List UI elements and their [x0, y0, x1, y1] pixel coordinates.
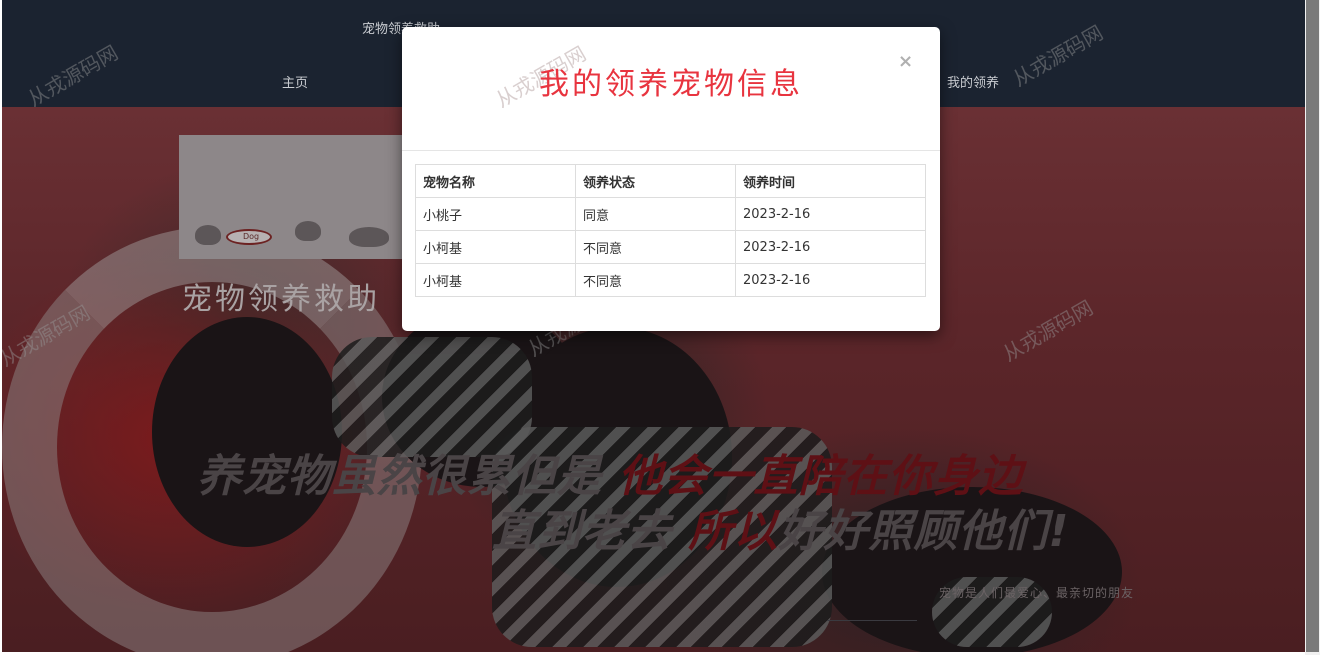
table-row: 小柯基 不同意 2023-2-16	[415, 263, 926, 297]
modal-title: 我的领养宠物信息	[539, 67, 803, 102]
rabbit-icon	[295, 221, 321, 241]
dog-image	[152, 317, 342, 547]
pet-name-cell: 小柯基	[415, 230, 576, 264]
status-cell: 同意	[575, 197, 736, 231]
sub-slogan: 宠物是人们最爱心、最亲切的朋友	[939, 586, 1135, 600]
time-cell: 2023-2-16	[735, 230, 926, 264]
slogan-highlight: 所以	[688, 506, 779, 557]
rabbit-icon	[195, 225, 221, 245]
column-header-pet-name: 宠物名称	[415, 164, 576, 198]
table-header-row: 宠物名称 领养状态 领养时间	[415, 164, 926, 198]
close-icon[interactable]: ×	[898, 51, 913, 72]
site-logo[interactable]: Dog	[179, 135, 411, 259]
time-cell: 2023-2-16	[735, 263, 926, 297]
slogan-text: 直到老去	[492, 506, 672, 557]
scrollbar-thumb[interactable]	[1306, 0, 1319, 652]
page-viewport: 宠物领养救助 主页 我的领养 Dog 宠物领养救助 养宠物虽然很累但是 他会一直…	[2, 0, 1305, 652]
status-cell: 不同意	[575, 263, 736, 297]
table-row: 小桃子 同意 2023-2-16	[415, 197, 926, 231]
column-header-adoption-status: 领养状态	[575, 164, 736, 198]
divider	[827, 620, 917, 621]
nav-link-my-adoptions[interactable]: 我的领养	[947, 72, 999, 91]
pet-name-cell: 小桃子	[415, 197, 576, 231]
adoption-info-modal: 从戎源码网 我的领养宠物信息 × 宠物名称 领养状态 领养时间 小桃子 同意 2…	[402, 27, 940, 331]
nav-link-home[interactable]: 主页	[282, 72, 308, 91]
slogan-text: 好好照顾他们!	[778, 506, 1070, 557]
modal-header: 从戎源码网 我的领养宠物信息 ×	[402, 27, 940, 151]
logo-bowl-text: Dog	[243, 232, 260, 241]
pet-name-cell: 小柯基	[415, 263, 576, 297]
slogan-line-2: 直到老去 所以好好照顾他们!	[492, 495, 1069, 559]
adopted-pets-table: 宠物名称 领养状态 领养时间 小桃子 同意 2023-2-16 小柯基 不同意 …	[415, 164, 926, 297]
column-header-adoption-time: 领养时间	[735, 164, 926, 198]
status-cell: 不同意	[575, 230, 736, 264]
table-row: 小柯基 不同意 2023-2-16	[415, 230, 926, 264]
site-title: 宠物领养救助	[182, 282, 380, 317]
time-cell: 2023-2-16	[735, 197, 926, 231]
rabbit-icon	[349, 227, 389, 247]
